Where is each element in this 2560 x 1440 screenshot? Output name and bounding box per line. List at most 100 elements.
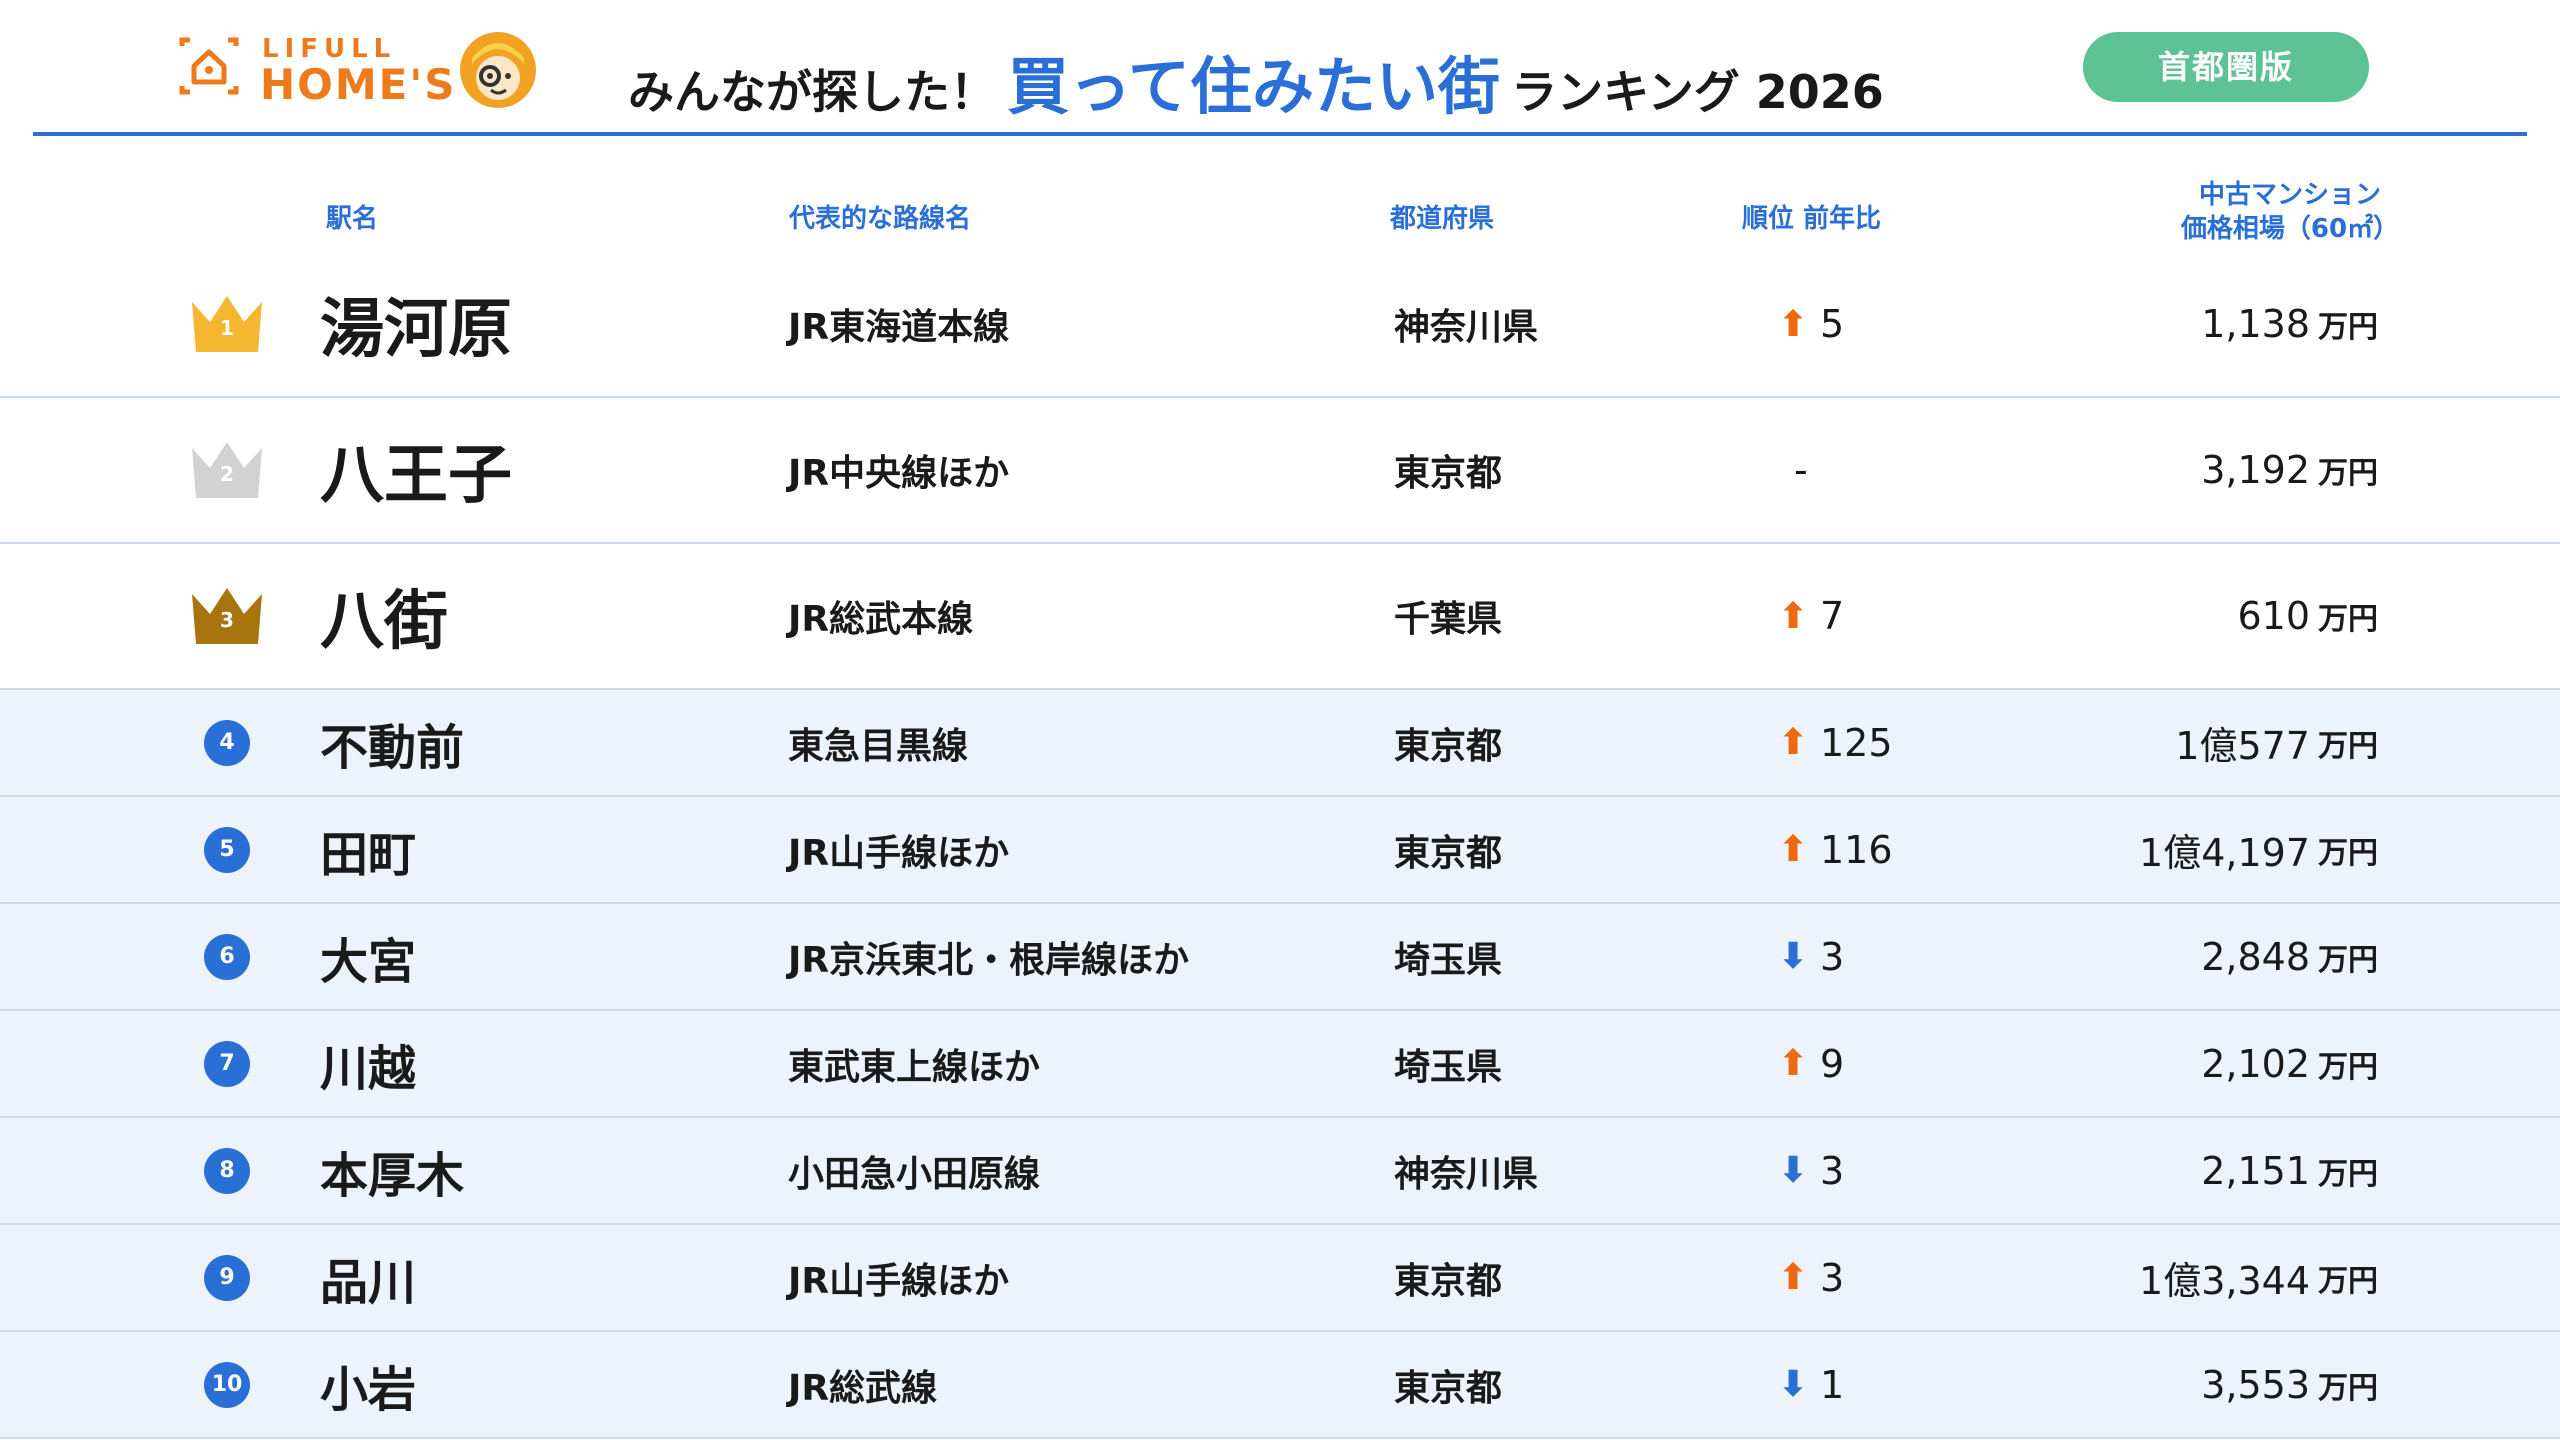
price-cell: 610 万円 (1960, 544, 2378, 688)
arrow-up-icon: ⬆ (1778, 722, 1809, 763)
table-row[interactable]: 7 川越 東武東上線ほか 埼玉県 ⬆ 9 2,102 万円 (0, 1011, 2560, 1118)
arrow-down-icon: ⬇ (1778, 1150, 1809, 1191)
rail-line-name: 小田急小田原線 (788, 1153, 1041, 1195)
price-cell: 2,848 万円 (1960, 904, 2378, 1009)
prefecture: 東京都 (1394, 832, 1503, 874)
rank-change: ⬆ 116 (1778, 797, 1893, 902)
rank-number: 2 (220, 462, 234, 486)
rank-cell: 4 (186, 690, 268, 795)
station-name[interactable]: 本厚木 (320, 1118, 464, 1223)
table-row[interactable]: 9 品川 JR山手線ほか 東京都 ⬆ 3 1億3,344 万円 (0, 1225, 2560, 1332)
column-header-prefecture: 都道府県 (1390, 204, 1495, 234)
price-cell: 3,192 万円 (1960, 398, 2378, 542)
price-cell: 3,553 万円 (1960, 1332, 2378, 1437)
arrow-up-icon: ⬆ (1778, 1257, 1809, 1298)
ranking-page: LIFULL HOME'S みんなが探した！ 買って住みたい街 ランキング 20… (0, 0, 2560, 1440)
rank-number-badge: 8 (204, 1147, 250, 1194)
rank-change-value: 9 (1820, 1041, 1845, 1086)
rank-number-badge: 9 (204, 1254, 250, 1301)
price-value: 1億4,197 (2139, 831, 2310, 875)
rank-cell: 6 (186, 904, 268, 1009)
station-name[interactable]: 八王子 (320, 398, 512, 542)
price-unit: 万円 (2318, 1049, 2378, 1085)
table-row[interactable]: 2 八王子 JR中央線ほか 東京都 - 3,192 万円 (0, 398, 2560, 544)
price-unit: 万円 (2318, 1263, 2378, 1299)
rank-change: ⬆ 5 (1778, 252, 1844, 396)
price-cell: 1億4,197 万円 (1960, 797, 2378, 902)
rank-number-badge: 4 (204, 719, 250, 766)
price-cell: 1億3,344 万円 (1960, 1225, 2378, 1330)
station-name[interactable]: 湯河原 (320, 252, 512, 396)
prefecture: 東京都 (1394, 725, 1503, 767)
rank-change: ⬆ 7 (1778, 544, 1844, 688)
rail-line-name: 東武東上線ほか (788, 1046, 1041, 1088)
rank-change-value: 3 (1820, 1255, 1845, 1300)
rank-cell: 5 (186, 797, 268, 902)
rank-cell: 8 (186, 1118, 268, 1223)
column-header-price: 中古マンション 価格相場（60㎡） (2150, 178, 2430, 246)
rank-number: 1 (220, 316, 234, 340)
rank-change: ⬇ 3 (1778, 1118, 1844, 1223)
rank-change: - (1778, 398, 1808, 542)
station-name[interactable]: 不動前 (320, 690, 464, 795)
rank-change-value: 116 (1820, 827, 1893, 872)
price-value: 3,192 (2201, 448, 2310, 492)
prefecture: 神奈川県 (1394, 307, 1539, 348)
rank-change-value: 125 (1820, 720, 1893, 765)
prefecture: 埼玉県 (1394, 1046, 1503, 1088)
prefecture: 東京都 (1394, 1367, 1503, 1409)
column-header-rank-change: 順位 前年比 (1742, 204, 1882, 234)
price-unit: 万円 (2318, 728, 2378, 764)
rank-number-badge: 10 (204, 1361, 250, 1408)
price-value: 2,102 (2201, 1041, 2310, 1086)
price-unit: 万円 (2318, 1156, 2378, 1192)
rail-line-name: JR京浜東北・根岸線ほか (788, 939, 1190, 981)
table-row[interactable]: 3 八街 JR総武本線 千葉県 ⬆ 7 610 万円 (0, 544, 2560, 690)
price-value: 2,151 (2201, 1148, 2310, 1193)
table-row[interactable]: 4 不動前 東急目黒線 東京都 ⬆ 125 1億577 万円 (0, 690, 2560, 797)
table-row[interactable]: 10 小岩 JR総武線 東京都 ⬇ 1 3,553 万円 (0, 1332, 2560, 1439)
rank-cell: 7 (186, 1011, 268, 1116)
arrow-up-icon: ⬆ (1778, 595, 1809, 637)
price-value: 1億3,344 (2139, 1259, 2310, 1303)
station-name[interactable]: 小岩 (320, 1332, 416, 1437)
price-unit: 万円 (2318, 602, 2378, 637)
rank-change-value: - (1794, 448, 1808, 492)
rank-change-value: 3 (1820, 934, 1845, 979)
station-name[interactable]: 品川 (320, 1225, 416, 1330)
station-name[interactable]: 八街 (320, 544, 448, 688)
table-row[interactable]: 5 田町 JR山手線ほか 東京都 ⬆ 116 1億4,197 万円 (0, 797, 2560, 904)
table-row[interactable]: 8 本厚木 小田急小田原線 神奈川県 ⬇ 3 2,151 万円 (0, 1118, 2560, 1225)
column-header-station: 駅名 (326, 204, 379, 234)
arrow-down-icon: ⬇ (1778, 1364, 1809, 1405)
rail-line-name: JR山手線ほか (788, 832, 1010, 874)
rank-cell: 2 (186, 398, 268, 542)
rank-number: 3 (220, 608, 234, 632)
rail-line-name: 東急目黒線 (788, 725, 969, 767)
crown-icon: 2 (188, 438, 266, 502)
rail-line-name: JR総武本線 (788, 599, 974, 640)
prefecture: 埼玉県 (1394, 939, 1503, 981)
column-header-price-line1: 中古マンション (2198, 180, 2381, 210)
price-value: 1億577 (2175, 724, 2310, 768)
rail-line-name: JR山手線ほか (788, 1260, 1010, 1302)
table-row[interactable]: 1 湯河原 JR東海道本線 神奈川県 ⬆ 5 1,138 万円 (0, 252, 2560, 398)
price-value: 610 (2237, 594, 2310, 638)
table-row[interactable]: 6 大宮 JR京浜東北・根岸線ほか 埼玉県 ⬇ 3 2,848 万円 (0, 904, 2560, 1011)
station-name[interactable]: 大宮 (320, 904, 416, 1009)
price-unit: 万円 (2318, 835, 2378, 871)
rank-change-value: 3 (1820, 1148, 1845, 1193)
column-headers: 駅名 代表的な路線名 都道府県 順位 前年比 中古マンション 価格相場（60㎡） (0, 0, 2560, 260)
prefecture: 神奈川県 (1394, 1153, 1539, 1195)
rank-number-badge: 6 (204, 933, 250, 980)
crown-icon: 1 (188, 292, 266, 356)
price-value: 1,138 (2201, 302, 2310, 346)
station-name[interactable]: 川越 (320, 1011, 416, 1116)
rank-cell: 9 (186, 1225, 268, 1330)
prefecture: 千葉県 (1394, 599, 1503, 640)
price-unit: 万円 (2318, 1370, 2378, 1406)
rail-line-name: JR総武線 (788, 1367, 938, 1409)
station-name[interactable]: 田町 (320, 797, 416, 902)
arrow-up-icon: ⬆ (1778, 303, 1809, 345)
rank-change-value: 7 (1820, 594, 1845, 638)
